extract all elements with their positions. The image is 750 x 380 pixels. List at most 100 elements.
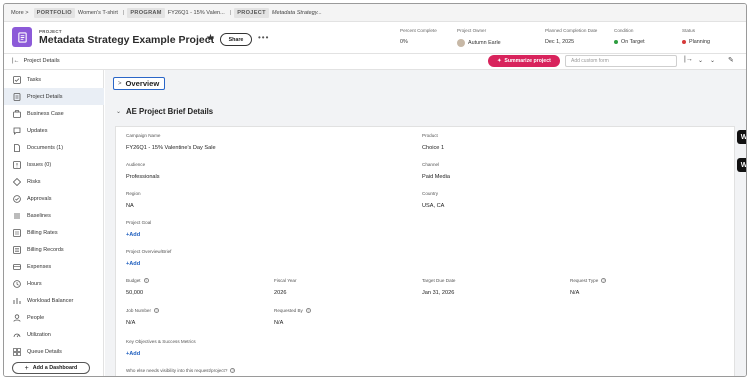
- region-label: Region: [126, 191, 141, 196]
- product-value[interactable]: Choice 1: [422, 145, 444, 151]
- fiscal-year-value[interactable]: 2026: [274, 290, 286, 296]
- add-dashboard-label: Add a Dashboard: [32, 365, 78, 371]
- request-type-label-text: Request Type: [570, 278, 599, 283]
- campaign-name-value[interactable]: FY26Q1 - 15% Valentine's Day Sale: [126, 145, 216, 151]
- overview-section-toggle[interactable]: > Overview: [113, 77, 165, 90]
- sidebar-item-label: Queue Details: [27, 348, 62, 355]
- field-label: Status: [682, 28, 696, 33]
- details-icon: [12, 92, 21, 101]
- project-header: PROJECT Metadata Strategy Example Projec…: [4, 22, 746, 54]
- help-icon[interactable]: ?: [230, 368, 236, 373]
- chevron-right-icon: >: [118, 80, 122, 87]
- chevron-down-icon[interactable]: ⌄: [710, 57, 715, 64]
- project-details-nav[interactable]: |← Project Details: [12, 58, 60, 64]
- budget-value[interactable]: 50,000: [126, 290, 143, 296]
- page-title: Metadata Strategy Example Project: [39, 34, 215, 46]
- project-goal-label: Project Goal: [126, 220, 152, 225]
- breadcrumb-program-tag: PROGRAM: [127, 7, 165, 18]
- app-window: More > PORTFOLIO Women's T-shirt | PROGR…: [3, 3, 747, 377]
- floating-widget-button[interactable]: W: [737, 158, 746, 172]
- share-button[interactable]: Share: [220, 33, 252, 46]
- breadcrumb-more[interactable]: More >: [11, 10, 29, 16]
- field-label: Project Owner: [457, 28, 487, 33]
- help-icon[interactable]: ?: [143, 278, 149, 283]
- project-overview-label: Project Overview/Brief: [126, 249, 172, 254]
- sidebar-item-expenses[interactable]: Expenses: [4, 258, 104, 275]
- request-type-label: Request Type?: [570, 278, 607, 283]
- add-dashboard-button[interactable]: + Add a Dashboard: [12, 362, 90, 374]
- sidebar-item-issues[interactable]: Issues (0): [4, 156, 104, 173]
- star-icon[interactable]: ★: [206, 33, 215, 44]
- sidebar-item-risks[interactable]: Risks: [4, 173, 104, 190]
- help-icon[interactable]: ?: [154, 308, 160, 313]
- breadcrumb-separator: |: [122, 9, 125, 16]
- sidebar-item-label: Risks: [27, 178, 41, 185]
- sidebar-item-business-case[interactable]: Business Case: [4, 105, 104, 122]
- sidebar-item-updates[interactable]: Updates: [4, 122, 104, 139]
- sidebar-item-baselines[interactable]: Baselines: [4, 207, 104, 224]
- target-due-date-value[interactable]: Jan 31, 2026: [422, 290, 454, 296]
- sidebar-item-tasks[interactable]: Tasks: [4, 71, 104, 88]
- status-value[interactable]: Planning: [689, 39, 710, 45]
- plus-icon: +: [24, 364, 29, 372]
- region-value[interactable]: NA: [126, 203, 134, 209]
- tasks-icon: [12, 75, 21, 84]
- key-objectives-add-link[interactable]: +Add: [126, 351, 140, 357]
- sidebar-item-people[interactable]: People: [4, 309, 104, 326]
- channel-value[interactable]: Paid Media: [422, 174, 450, 180]
- status-field: Status Planning: [682, 28, 710, 45]
- country-value[interactable]: USA, CA: [422, 203, 444, 209]
- sidebar-item-billing-records[interactable]: Billing Records: [4, 241, 104, 258]
- breadcrumb-portfolio-link[interactable]: Women's T-shirt: [78, 10, 118, 16]
- job-number-value[interactable]: N/A: [126, 320, 135, 326]
- channel-label: Channel: [422, 162, 440, 167]
- collapse-sidebar-icon[interactable]: |←: [12, 58, 20, 64]
- sidebar-item-utilization[interactable]: Utilization: [4, 326, 104, 343]
- condition-field: Condition On Target: [614, 28, 645, 45]
- project-document-icon: [17, 31, 27, 43]
- sidebar-item-label: People: [27, 314, 45, 321]
- sidebar-item-hours[interactable]: Hours: [4, 275, 104, 292]
- target-due-date-label: Target Due Date: [422, 278, 456, 283]
- condition-value[interactable]: On Target: [621, 39, 645, 45]
- project-icon: [12, 27, 32, 47]
- requested-by-value[interactable]: N/A: [274, 320, 283, 326]
- sidebar-item-label: Updates: [27, 127, 48, 134]
- floating-widget-button[interactable]: W: [737, 130, 746, 144]
- sidebar-item-approvals[interactable]: Approvals: [4, 190, 104, 207]
- sidebar-item-workload-balancer[interactable]: Workload Balancer: [4, 292, 104, 309]
- sidebar-toggle-icon[interactable]: |→: [684, 56, 693, 63]
- risks-icon: [12, 177, 21, 186]
- request-type-value[interactable]: N/A: [570, 290, 579, 296]
- sidebar-item-queue-details[interactable]: Queue Details: [4, 343, 104, 360]
- breadcrumb-program-link[interactable]: FY26Q1 - 15% Valen...: [168, 10, 225, 16]
- help-icon[interactable]: ?: [305, 308, 311, 313]
- baselines-icon: [12, 211, 21, 220]
- field-label: Planned Completion Date: [545, 28, 598, 33]
- summarize-project-button[interactable]: ✦ Summarize project: [488, 55, 560, 67]
- campaign-name-label: Campaign Name: [126, 133, 161, 138]
- chevron-down-icon: ⌄: [116, 109, 122, 115]
- project-owner-value[interactable]: Autumn Earle: [468, 40, 501, 46]
- project-goal-add-link[interactable]: +Add: [126, 232, 140, 238]
- audience-value[interactable]: Professionals: [126, 174, 160, 180]
- sidebar-item-documents[interactable]: Documents (1): [4, 139, 104, 156]
- planning-status-dot: [682, 40, 686, 44]
- project-overview-add-link[interactable]: +Add: [126, 261, 140, 267]
- toolbar: |← Project Details ✦ Summarize project A…: [4, 54, 746, 70]
- more-options-icon[interactable]: •••: [258, 33, 269, 42]
- sidebar-item-project-details[interactable]: Project Details: [4, 88, 104, 105]
- job-number-label: Job Number?: [126, 308, 160, 313]
- pencil-icon[interactable]: ✎: [728, 56, 734, 64]
- billing-records-icon: [12, 245, 21, 254]
- breadcrumb: More > PORTFOLIO Women's T-shirt | PROGR…: [4, 4, 746, 22]
- updates-icon: [12, 126, 21, 135]
- billing-rates-icon: [12, 228, 21, 237]
- add-custom-form-input[interactable]: Add custom form: [565, 55, 677, 67]
- summarize-project-label: Summarize project: [504, 58, 551, 64]
- sidebar-item-billing-rates[interactable]: Billing Rates: [4, 224, 104, 241]
- chevron-down-icon[interactable]: ⌄: [698, 57, 703, 64]
- section-header-ae-brief[interactable]: ⌄ AE Project Brief Details: [116, 107, 213, 116]
- help-icon[interactable]: ?: [601, 278, 607, 283]
- overview-label: Overview: [125, 79, 160, 88]
